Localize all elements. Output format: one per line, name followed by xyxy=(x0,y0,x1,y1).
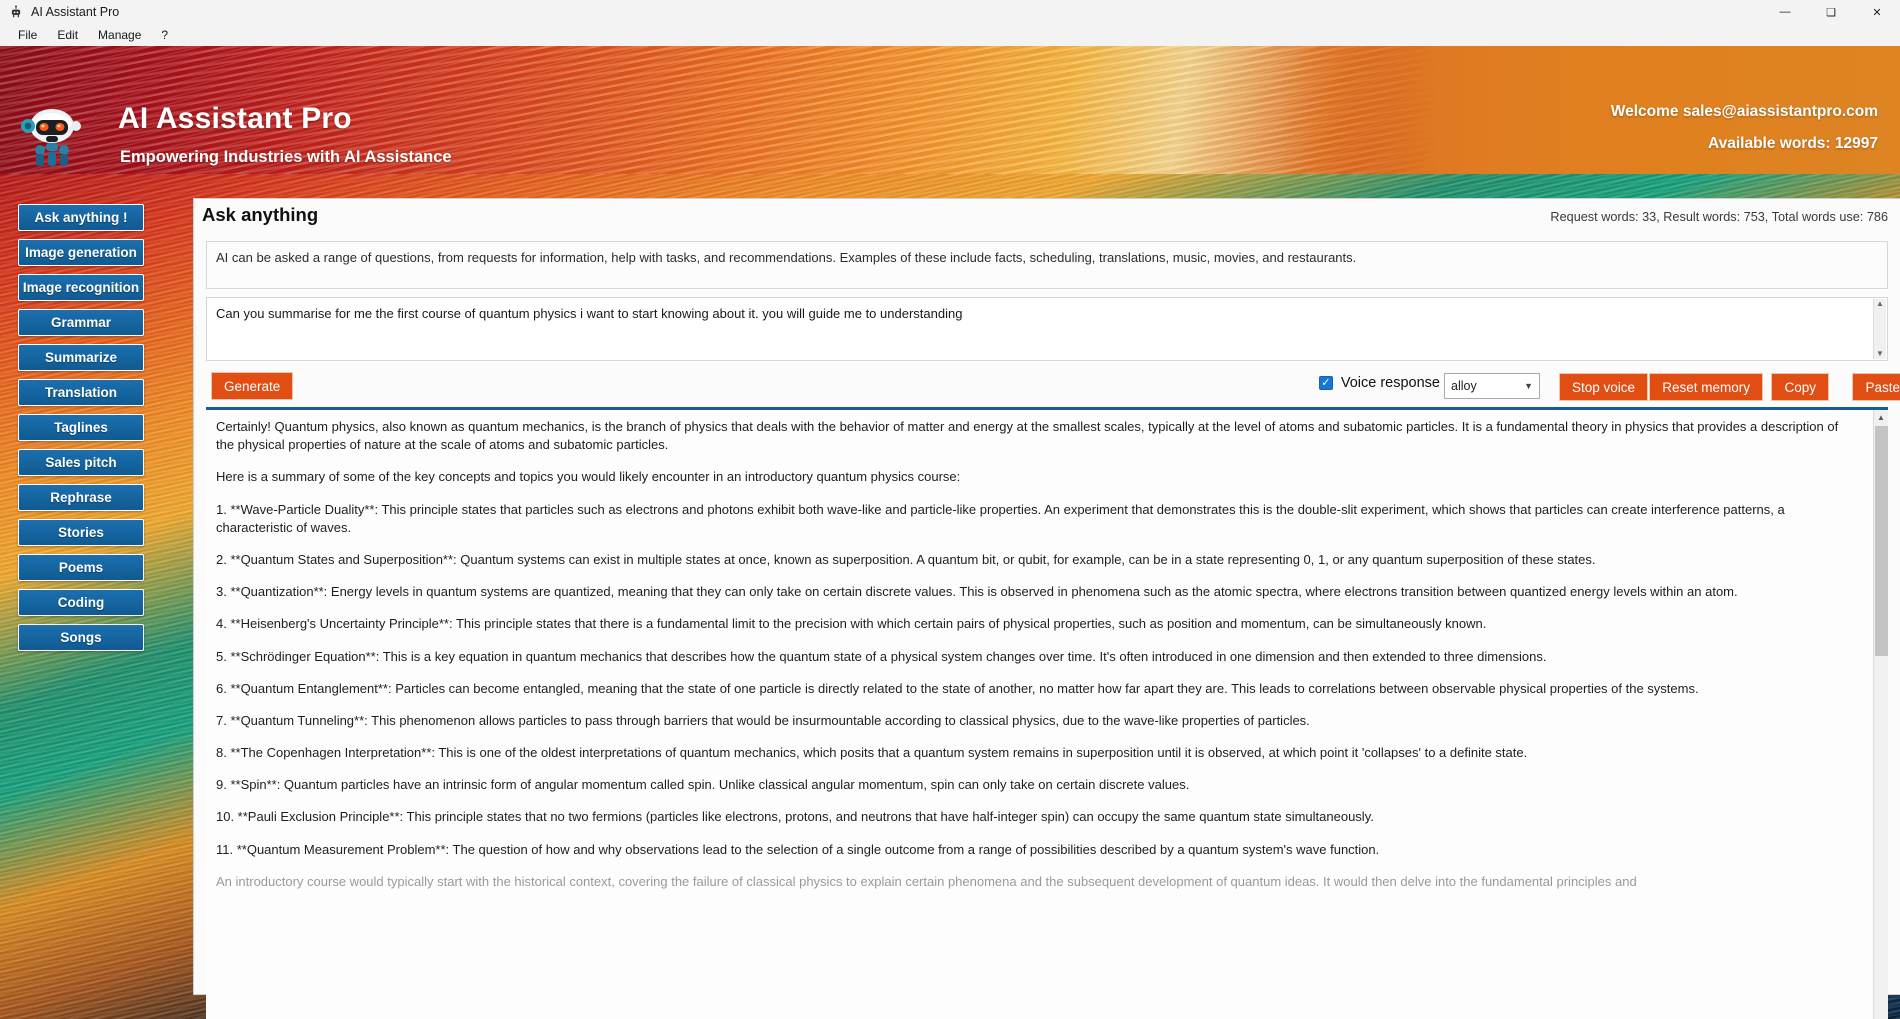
response-scrollbar[interactable]: ▲ ▼ xyxy=(1873,410,1888,1019)
prompt-scrollbar[interactable]: ▲ ▼ xyxy=(1873,299,1886,359)
prompt-input-value: Can you summarise for me the first cours… xyxy=(216,306,963,321)
main-panel: Ask anything Request words: 33, Result w… xyxy=(193,198,1900,1019)
close-window-button[interactable]: ✕ xyxy=(1854,0,1900,24)
brand-subtitle: Empowering Industries with AI Assistance xyxy=(120,148,452,166)
action-toolbar: Generate ✓ Voice response alloy ▼ Stop v… xyxy=(206,369,1900,403)
response-paragraph: 2. **Quantum States and Superposition**:… xyxy=(216,551,1596,567)
app-robot-icon xyxy=(6,3,26,21)
minimize-button[interactable]: — xyxy=(1762,0,1808,24)
paste-button[interactable]: Paste xyxy=(1852,373,1900,401)
sidebar-item-coding[interactable]: Coding xyxy=(18,589,144,616)
menubar: File Edit Manage ? xyxy=(0,24,1900,46)
menu-item-manage[interactable]: Manage xyxy=(88,26,151,44)
response-area[interactable]: Certainly! Quantum physics, also known a… xyxy=(206,407,1888,1019)
response-paragraph: Certainly! Quantum physics, also known a… xyxy=(216,419,1839,453)
response-paragraph: 10. **Pauli Exclusion Principle**: This … xyxy=(216,809,1374,825)
menu-item-file[interactable]: File xyxy=(8,26,47,44)
response-text: Certainly! Quantum physics, also known a… xyxy=(206,410,1871,1019)
chevron-down-icon: ▼ xyxy=(1524,381,1533,391)
menu-item-help[interactable]: ? xyxy=(151,26,178,44)
page-title: Ask anything xyxy=(202,204,319,225)
word-usage-stats: Request words: 33, Result words: 753, To… xyxy=(1550,210,1888,224)
window-titlebar: AI Assistant Pro — ❑ ✕ xyxy=(0,0,1900,24)
response-paragraph: 1. **Wave-Particle Duality**: This princ… xyxy=(216,501,1785,535)
maximize-button[interactable]: ❑ xyxy=(1808,0,1854,24)
sidebar-item-summarize[interactable]: Summarize xyxy=(18,344,144,371)
prompt-input[interactable]: Can you summarise for me the first cours… xyxy=(206,297,1888,361)
brand-title: AI Assistant Pro xyxy=(118,102,352,135)
menu-item-edit[interactable]: Edit xyxy=(47,26,88,44)
scroll-up-icon[interactable]: ▲ xyxy=(1874,410,1888,425)
sidebar-item-taglines[interactable]: Taglines xyxy=(18,414,144,441)
sidebar-item-rephrase[interactable]: Rephrase xyxy=(18,484,144,511)
reset-memory-button[interactable]: Reset memory xyxy=(1649,373,1763,401)
response-paragraph: 6. **Quantum Entanglement**: Particles c… xyxy=(216,680,1699,696)
scrollbar-thumb[interactable] xyxy=(1875,426,1888,656)
sidebar: Ask anything ! Image generation Image re… xyxy=(18,204,144,659)
welcome-user-label: Welcome sales@aiassistantpro.com xyxy=(1610,103,1878,120)
copy-button[interactable]: Copy xyxy=(1771,373,1829,401)
panel-header: Ask anything Request words: 33, Result w… xyxy=(194,199,1900,235)
info-description-text: AI can be asked a range of questions, fr… xyxy=(206,241,1888,289)
scroll-down-icon[interactable]: ▼ xyxy=(1876,349,1884,359)
sidebar-item-grammar[interactable]: Grammar xyxy=(18,309,144,336)
response-paragraph: 7. **Quantum Tunneling**: This phenomeno… xyxy=(216,712,1310,728)
sidebar-item-sales-pitch[interactable]: Sales pitch xyxy=(18,449,144,476)
sidebar-item-image-generation[interactable]: Image generation xyxy=(18,239,144,266)
app-frame: AI Assistant Pro Empowering Industries w… xyxy=(0,46,1900,1019)
response-paragraph: 8. **The Copenhagen Interpretation**: Th… xyxy=(216,745,1528,761)
response-paragraph: 5. **Schrödinger Equation**: This is a k… xyxy=(216,648,1547,664)
response-paragraph: 3. **Quantization**: Energy levels in qu… xyxy=(216,584,1738,600)
window-title: AI Assistant Pro xyxy=(31,5,120,19)
sidebar-item-poems[interactable]: Poems xyxy=(18,554,144,581)
app-banner: AI Assistant Pro Empowering Industries w… xyxy=(0,46,1900,174)
voice-response-group: ✓ Voice response xyxy=(1318,375,1440,391)
sidebar-item-ask-anything[interactable]: Ask anything ! xyxy=(18,204,144,231)
robot-logo-icon xyxy=(16,98,88,170)
response-paragraph: An introductory course would typically s… xyxy=(216,873,1637,889)
sidebar-item-image-recognition[interactable]: Image recognition xyxy=(18,274,144,301)
sidebar-item-songs[interactable]: Songs xyxy=(18,624,144,651)
response-paragraph: 4. **Heisenberg's Uncertainty Principle*… xyxy=(216,616,1487,632)
stop-voice-button[interactable]: Stop voice xyxy=(1558,373,1648,401)
window-controls: — ❑ ✕ xyxy=(1762,0,1900,24)
response-paragraph: 9. **Spin**: Quantum particles have an i… xyxy=(216,777,1190,793)
scroll-up-icon[interactable]: ▲ xyxy=(1876,299,1884,309)
voice-select-value: alloy xyxy=(1451,379,1477,393)
response-paragraph: 11. **Quantum Measurement Problem**: The… xyxy=(216,841,1380,857)
voice-response-label: Voice response xyxy=(1340,375,1440,391)
generate-button[interactable]: Generate xyxy=(211,372,294,400)
response-paragraph: Here is a summary of some of the key con… xyxy=(216,469,961,485)
voice-select-dropdown[interactable]: alloy ▼ xyxy=(1444,373,1540,399)
sidebar-item-stories[interactable]: Stories xyxy=(18,519,144,546)
voice-response-checkbox[interactable]: ✓ xyxy=(1318,376,1333,390)
sidebar-item-translation[interactable]: Translation xyxy=(18,379,144,406)
available-words-label: Available words: 12997 xyxy=(1707,135,1878,152)
